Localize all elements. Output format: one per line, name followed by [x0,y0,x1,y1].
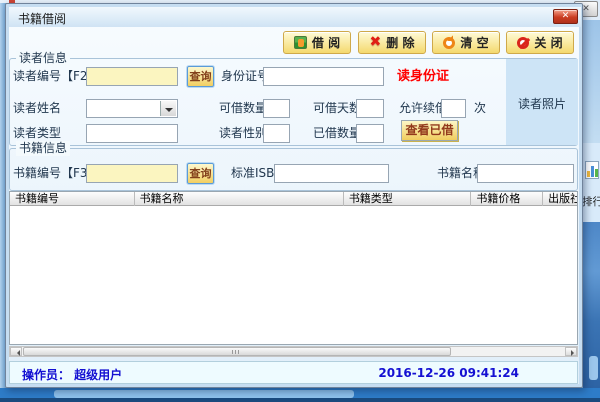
scroll-left-arrow-icon[interactable] [10,347,22,356]
book-id-input[interactable] [86,164,178,183]
borrowable-days-input[interactable] [356,99,384,118]
ranking-label: 排行 [582,194,600,209]
borrowable-days-label: 可借天数 [313,99,361,118]
renew-unit-label: 次 [474,99,486,118]
reader-gender-input[interactable] [263,124,290,143]
column-header-book-type: 书籍类型 [344,192,472,206]
scroll-right-arrow-icon[interactable] [565,347,577,356]
clear-button[interactable]: 清 空 [432,31,500,54]
reader-name-label: 读者姓名 [13,99,61,118]
isbn-input[interactable] [274,164,389,183]
status-bar: 操作员： 超级用户 2016-12-26 09:41:24 [9,361,578,384]
borrow-button[interactable]: 借 阅 [283,31,351,54]
refresh-icon [443,37,455,49]
reader-name-select[interactable] [86,99,178,118]
dialog-close-button[interactable]: ✕ [553,9,578,24]
id-card-input[interactable] [263,67,384,86]
renew-count-input[interactable] [441,99,466,118]
borrowed-count-label: 已借数量 [313,124,361,143]
reader-photo-panel: 读者照片 [506,59,578,145]
view-borrowed-button[interactable]: 查看已借 [401,120,458,141]
background-bottom-edge [0,398,600,402]
background-vertical-scrollbar-thumb[interactable] [589,356,598,380]
background-horizontal-scrollbar-thumb[interactable] [54,390,354,398]
reader-photo-label: 读者照片 [506,95,578,112]
column-header-publisher: 出版社 [543,192,577,206]
id-card-label: 身份证号 [221,67,269,86]
book-info-title: 书籍信息 [16,141,70,156]
delete-button-label: 删 除 [386,34,414,51]
book-results-table: 书籍编号 书籍名称 书籍类型 书籍价格 出版社 [9,191,578,345]
book-name-input[interactable] [477,164,574,183]
column-header-book-name: 书籍名称 [135,192,344,206]
screen: ✕ 排行 书籍借阅 ✕ 借 阅 ✖ 删 除 清 空 关 [0,0,600,402]
datetime-label: 2016-12-26 09:41:24 [378,366,519,380]
dialog-title: 书籍借阅 [18,10,66,27]
delete-button[interactable]: ✖ 删 除 [358,31,426,54]
scrollbar-thumb[interactable] [23,347,451,356]
reader-info-title: 读者信息 [16,51,70,66]
column-header-book-id: 书籍编号 [10,192,135,206]
reader-id-input[interactable] [86,67,178,86]
borrow-button-label: 借 阅 [312,34,340,51]
renew-label: 允许续借 [399,99,447,118]
book-query-button[interactable]: 查询 [187,163,214,184]
table-horizontal-scrollbar[interactable] [9,346,578,357]
book-borrow-dialog: 书籍借阅 ✕ 借 阅 ✖ 删 除 清 空 关 闭 读者信息 读者编号【F2】 查… [5,3,583,388]
reader-query-button[interactable]: 查询 [187,66,214,87]
table-body-empty[interactable] [10,207,577,344]
close-button[interactable]: 关 闭 [506,31,574,54]
reader-gender-label: 读者性别 [219,124,267,143]
table-header-row: 书籍编号 书籍名称 书籍类型 书籍价格 出版社 [10,192,577,206]
column-header-book-price: 书籍价格 [471,192,543,206]
chevron-down-icon[interactable] [160,101,176,116]
reader-type-input[interactable] [86,124,178,143]
close-button-label: 关 闭 [534,34,562,51]
dialog-titlebar[interactable]: 书籍借阅 ✕ [9,7,581,27]
read-id-card-button[interactable]: 读身份证 [397,67,449,86]
borrowed-count-input[interactable] [356,124,384,143]
borrowable-count-input[interactable] [263,99,290,118]
toolbar-item-ranking[interactable]: 排行 [583,158,600,214]
bar-chart-icon [585,161,599,179]
prohibition-icon [517,37,529,49]
borrow-icon [294,36,307,49]
clear-button-label: 清 空 [460,34,488,51]
background-glass-strip [583,20,600,143]
operator-label: 操作员： 超级用户 [22,366,122,383]
borrowable-count-label: 可借数量 [219,99,267,118]
delete-icon: ✖ [370,36,382,49]
